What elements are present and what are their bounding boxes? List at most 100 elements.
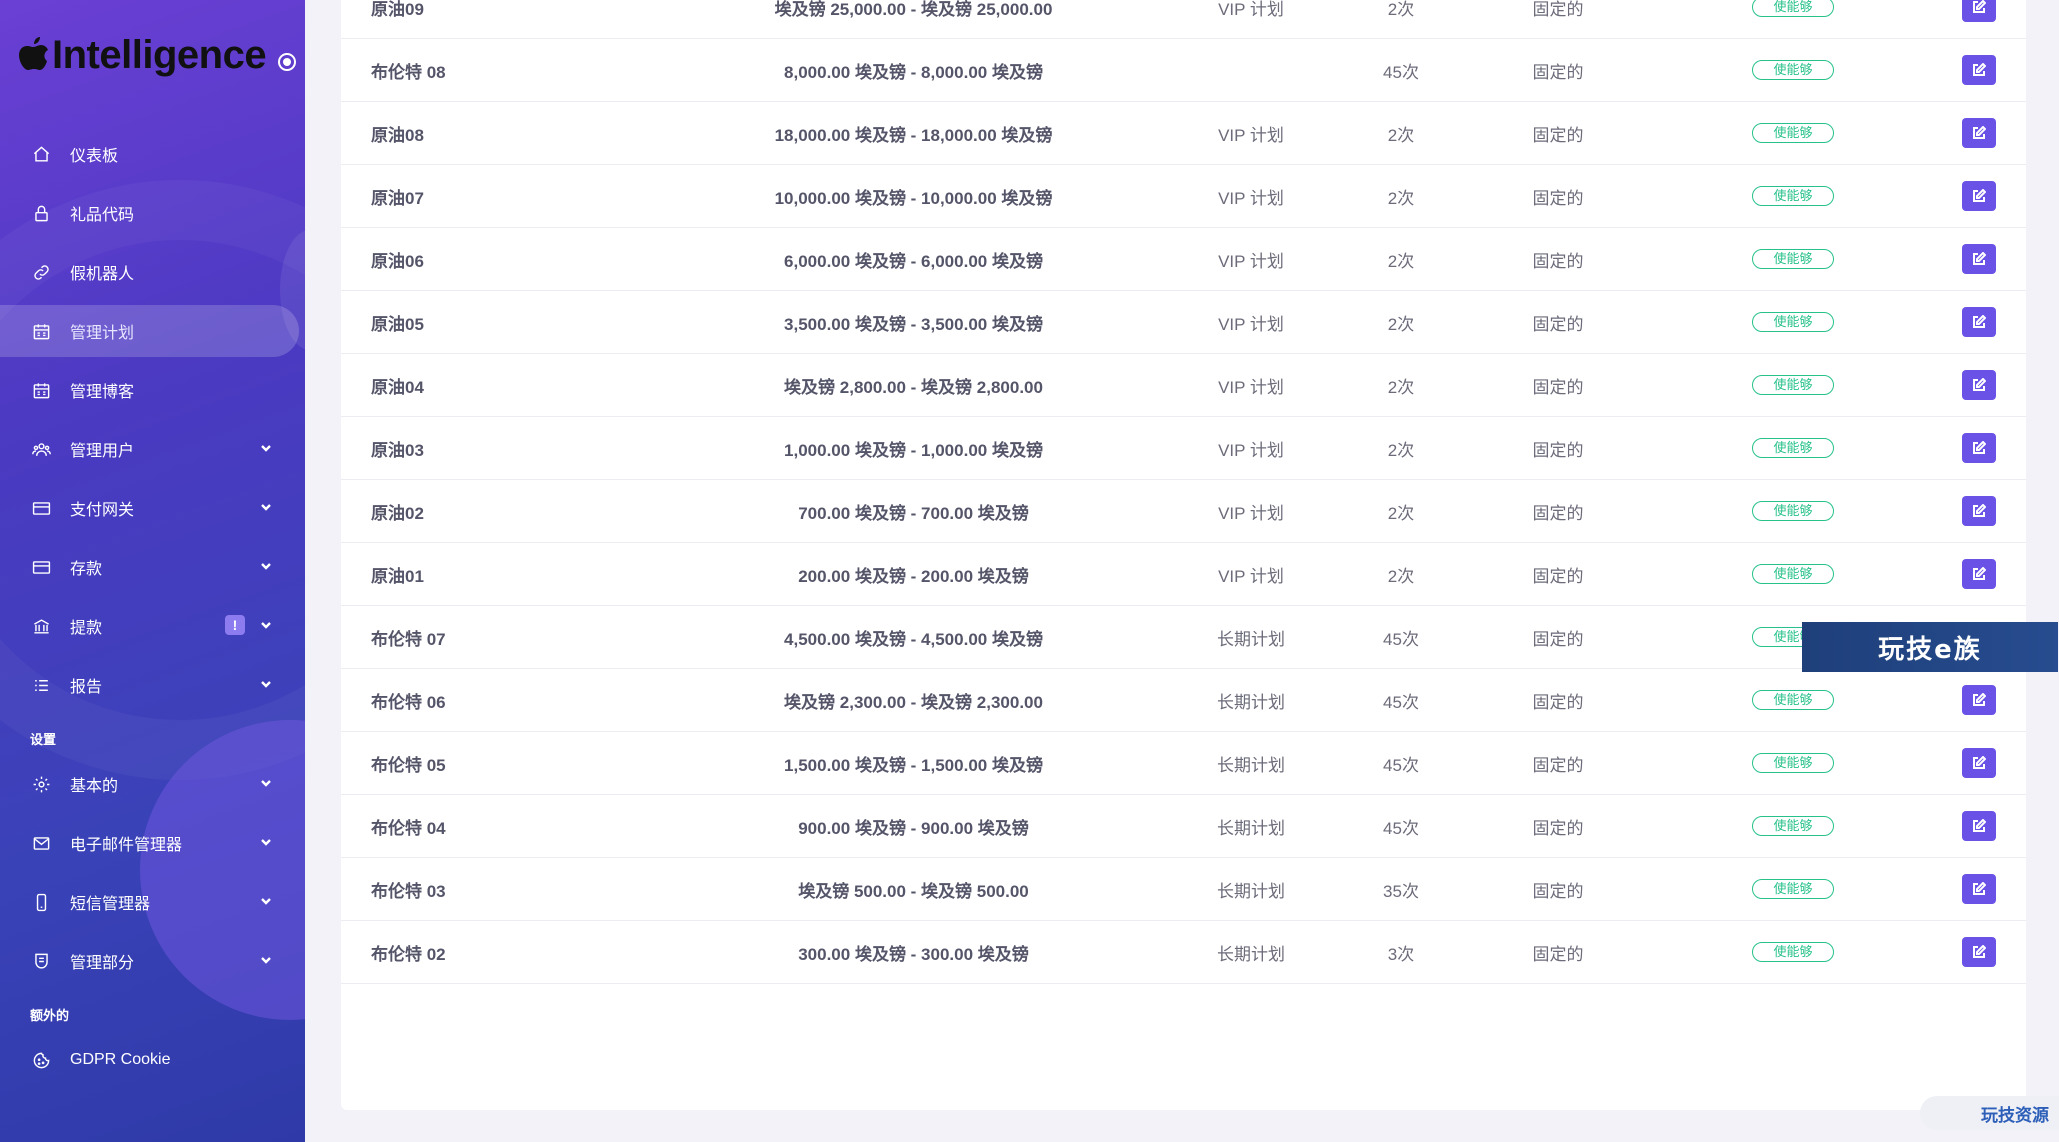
chevron-down-icon[interactable] [259, 441, 275, 457]
chevron-down-icon[interactable] [259, 894, 275, 910]
plan-interest-type: 固定的 [1532, 251, 1584, 271]
table-row: 原油05 3,500.00 埃及镑 - 3,500.00 埃及镑 VIP 计划 2次 固… [341, 291, 2026, 354]
status-badge: 使能够 [1752, 564, 1834, 584]
plan-category: 长期计划 [1217, 818, 1285, 838]
plan-return-times: 45次 [1383, 629, 1419, 649]
plan-amount: 3,500.00 埃及镑 - 3,500.00 埃及镑 [784, 314, 1043, 334]
plan-amount: 18,000.00 埃及镑 - 18,000.00 埃及镑 [774, 125, 1053, 145]
phone-icon [30, 891, 52, 913]
table-row: 布伦特 08 8,000.00 埃及镑 - 8,000.00 埃及镑 45次 固定的 使… [341, 39, 2026, 102]
plan-amount: 埃及镑 500.00 - 埃及镑 500.00 [798, 881, 1029, 901]
edit-button[interactable] [1962, 748, 1996, 778]
sidebar-item-email-manager[interactable]: 电子邮件管理器 [0, 817, 299, 869]
sidebar-item-payment-gateway[interactable]: 支付网关 [0, 482, 299, 534]
plan-return-times: 45次 [1383, 62, 1419, 82]
sidebar-item-gift-codes[interactable]: 礼品代码 [0, 187, 299, 239]
sidebar-item-gdpr-cookie[interactable]: GDPR Cookie [0, 1034, 299, 1086]
plan-category: 长期计划 [1217, 755, 1285, 775]
watermark-banner: 玩技e族 [1802, 622, 2058, 672]
edit-button[interactable] [1962, 307, 1996, 337]
sidebar-item-dashboard[interactable]: 仪表板 [0, 128, 299, 180]
edit-icon [1973, 189, 1986, 202]
plan-name: 布伦特 03 [371, 881, 446, 901]
chevron-down-icon[interactable] [259, 776, 275, 792]
sidebar-item-reports[interactable]: 报告 [0, 659, 299, 711]
status-badge: 使能够 [1752, 879, 1834, 899]
sidebar-item-manage-sections[interactable]: 管理部分 [0, 935, 299, 987]
edit-button[interactable] [1962, 181, 1996, 211]
status-badge: 使能够 [1752, 249, 1834, 269]
plan-name: 原油05 [371, 314, 424, 334]
plan-return-times: 45次 [1383, 818, 1419, 838]
edit-button[interactable] [1962, 874, 1996, 904]
plan-name: 原油08 [371, 125, 424, 145]
lock-icon [30, 202, 52, 224]
edit-button[interactable] [1962, 685, 1996, 715]
sidebar-item-sms-manager[interactable]: 短信管理器 [0, 876, 299, 928]
plan-category: VIP 计划 [1218, 188, 1284, 208]
edit-button[interactable] [1962, 118, 1996, 148]
chevron-down-icon[interactable] [259, 500, 275, 516]
status-badge: 使能够 [1752, 0, 1834, 17]
sidebar-item-fake-bots[interactable]: 假机器人 [0, 246, 299, 298]
shield-icon [30, 950, 52, 972]
chevron-down-icon[interactable] [259, 953, 275, 969]
gear-icon [30, 773, 52, 795]
chevron-down-icon[interactable] [259, 559, 275, 575]
sidebar-item-label: 管理部分 [70, 955, 135, 972]
sidebar-item-basic[interactable]: 基本的 [0, 758, 299, 810]
table-row: 原油02 700.00 埃及镑 - 700.00 埃及镑 VIP 计划 2次 固定的 使能… [341, 480, 2026, 543]
sidebar-item-deposits[interactable]: 存款 [0, 541, 299, 593]
sidebar-item-label: 支付网关 [70, 502, 135, 519]
plan-category: VIP 计划 [1218, 125, 1284, 145]
edit-button[interactable] [1962, 0, 1996, 22]
edit-icon [1973, 693, 1986, 706]
edit-icon [1973, 63, 1986, 76]
plan-interest-type: 固定的 [1532, 503, 1584, 523]
section-settings: 设置 [30, 731, 57, 747]
sidebar-item-manage-blog[interactable]: 管理博客 [0, 364, 299, 416]
chevron-down-icon[interactable] [259, 677, 275, 693]
sidebar-item-manage-plans[interactable]: 管理计划 [0, 305, 299, 357]
table-row: 原油03 1,000.00 埃及镑 - 1,000.00 埃及镑 VIP 计划 2次 固… [341, 417, 2026, 480]
plan-amount: 10,000.00 埃及镑 - 10,000.00 埃及镑 [774, 188, 1053, 208]
sidebar-item-label: 礼品代码 [70, 207, 135, 224]
bank-icon [30, 615, 52, 637]
brand-name: Intelligence [52, 32, 267, 77]
calendar-icon [30, 320, 52, 342]
edit-button[interactable] [1962, 496, 1996, 526]
plan-interest-type: 固定的 [1532, 440, 1584, 460]
plan-name: 布伦特 04 [371, 818, 446, 838]
edit-button[interactable] [1962, 559, 1996, 589]
edit-button[interactable] [1962, 937, 1996, 967]
table-row: 原油07 10,000.00 埃及镑 - 10,000.00 埃及镑 VIP 计划 2… [341, 165, 2026, 228]
sidebar-item-withdrawals[interactable]: 提款 ! [0, 600, 299, 652]
edit-button[interactable] [1962, 55, 1996, 85]
brand-logo[interactable]: Intelligence [16, 30, 297, 80]
sidebar-nav: 仪表板 礼品代码 假机器人 管理计划 管理博客 管理用户 支付网关 存款 提款 … [0, 128, 305, 1093]
sidebar-item-label: 短信管理器 [70, 896, 151, 913]
chevron-down-icon[interactable] [259, 835, 275, 851]
chevron-down-icon[interactable] [259, 618, 275, 634]
card-icon [30, 556, 52, 578]
plan-name: 原油09 [371, 0, 424, 19]
table-row: 布伦特 06 埃及镑 2,300.00 - 埃及镑 2,300.00 长期计划 45次… [341, 669, 2026, 732]
plan-interest-type: 固定的 [1532, 0, 1584, 19]
edit-button[interactable] [1962, 370, 1996, 400]
sidebar-item-manage-users[interactable]: 管理用户 [0, 423, 299, 475]
radio-dot-icon[interactable] [278, 53, 297, 71]
table-row: 布伦特 07 4,500.00 埃及镑 - 4,500.00 埃及镑 长期计划 45次… [341, 606, 2026, 669]
edit-button[interactable] [1962, 811, 1996, 841]
edit-button[interactable] [1962, 244, 1996, 274]
plan-return-times: 35次 [1383, 881, 1419, 901]
sidebar: Intelligence 仪表板 礼品代码 假机器人 管理计划 管理博客 管理用… [0, 0, 305, 1142]
edit-icon [1973, 378, 1986, 391]
plan-amount: 4,500.00 埃及镑 - 4,500.00 埃及镑 [784, 629, 1043, 649]
section-extra: 额外的 [30, 1007, 70, 1023]
plan-category: VIP 计划 [1218, 377, 1284, 397]
edit-icon [1973, 945, 1986, 958]
edit-button[interactable] [1962, 433, 1996, 463]
plan-name: 原油02 [371, 503, 424, 523]
edit-icon [1973, 315, 1986, 328]
status-badge: 使能够 [1752, 312, 1834, 332]
